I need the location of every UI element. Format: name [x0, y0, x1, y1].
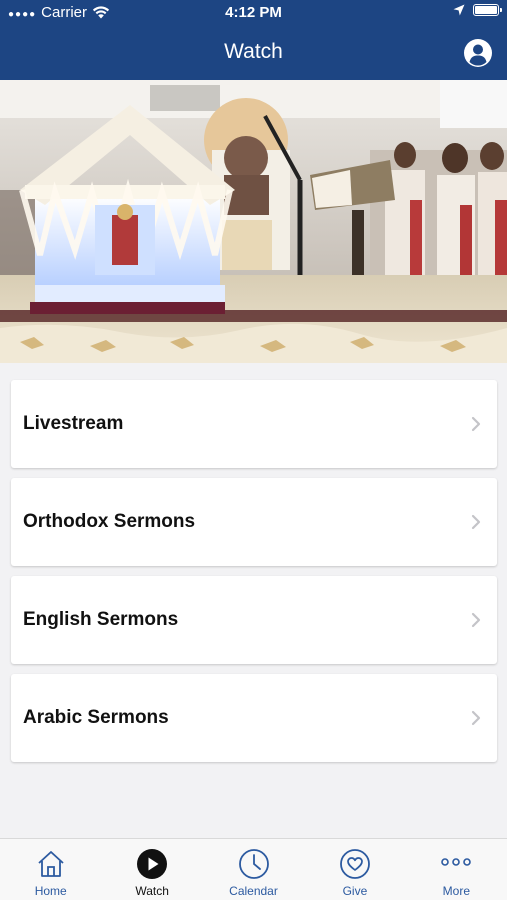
- nav-bar: Watch: [0, 26, 507, 80]
- menu-item-english-sermons[interactable]: English Sermons: [11, 576, 497, 664]
- tab-watch[interactable]: Watch: [101, 839, 202, 900]
- menu-item-label: Livestream: [23, 413, 124, 434]
- tab-give[interactable]: Give: [304, 839, 405, 900]
- hero-image: [0, 80, 507, 363]
- tab-more[interactable]: More: [406, 839, 507, 900]
- heart-icon: [340, 849, 370, 879]
- more-dots-icon: [441, 858, 472, 866]
- tab-label: Home: [34, 884, 67, 898]
- tab-label: Watch: [135, 884, 169, 898]
- page-title: Watch: [224, 40, 283, 63]
- battery-icon: [473, 4, 502, 16]
- menu-item-arabic-sermons[interactable]: Arabic Sermons: [11, 674, 497, 762]
- status-time: 4:12 PM: [225, 4, 282, 21]
- play-icon: [137, 849, 168, 879]
- menu-item-orthodox-sermons[interactable]: Orthodox Sermons: [11, 478, 497, 566]
- location-arrow-icon: [453, 4, 465, 16]
- sermon-menu-list: Livestream Orthodox Sermons English Serm…: [11, 380, 497, 772]
- tab-label: Give: [342, 884, 368, 898]
- menu-item-label: Arabic Sermons: [23, 707, 169, 728]
- header: ●●●● Carrier 4:12 PM Watch: [0, 0, 507, 80]
- tab-bar: Home Watch Calendar Give More: [0, 838, 507, 900]
- chevron-right-icon: [471, 612, 481, 628]
- status-right: [453, 4, 502, 16]
- home-icon: [38, 851, 64, 877]
- chevron-right-icon: [471, 514, 481, 530]
- clock-icon: [238, 849, 269, 879]
- profile-icon[interactable]: [463, 38, 493, 68]
- tab-home[interactable]: Home: [0, 839, 101, 900]
- church-altar-photo: [0, 80, 507, 363]
- tab-calendar[interactable]: Calendar: [203, 839, 304, 900]
- menu-item-label: English Sermons: [23, 609, 179, 630]
- app-screen: ●●●● Carrier 4:12 PM Watch Livestream Or…: [0, 0, 507, 900]
- chevron-right-icon: [471, 416, 481, 432]
- tab-label: More: [442, 884, 470, 898]
- menu-item-label: Orthodox Sermons: [23, 511, 196, 532]
- tab-label: Calendar: [229, 884, 278, 898]
- chevron-right-icon: [471, 710, 481, 726]
- menu-item-livestream[interactable]: Livestream: [11, 380, 497, 468]
- status-bar: ●●●● Carrier 4:12 PM: [0, 0, 507, 26]
